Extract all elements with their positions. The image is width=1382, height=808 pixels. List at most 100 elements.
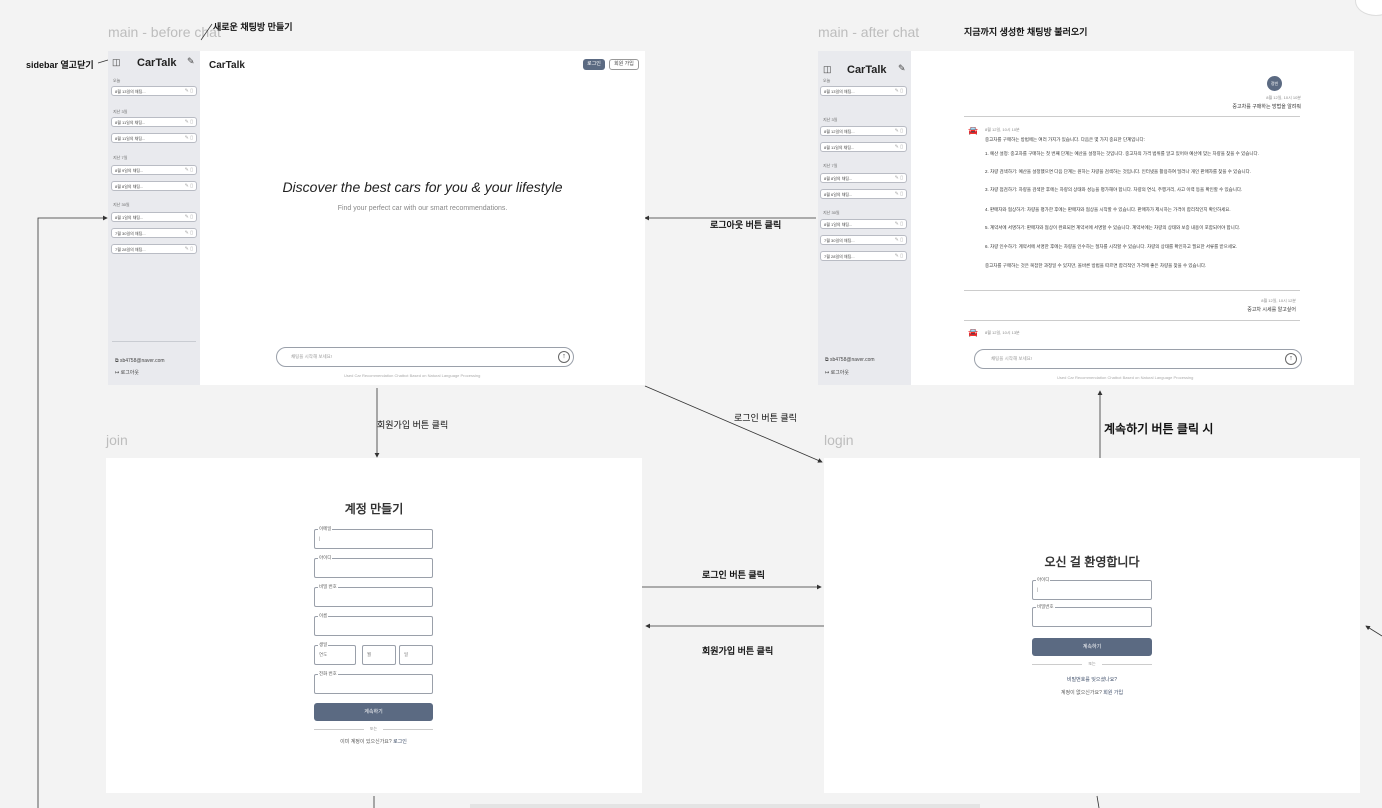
sidebar-toggle-icon[interactable]: ◫ [112, 58, 121, 67]
sidebar: ◫ CarTalk ✎ 오늘 8월 13일의 채팅... ✎ ▯ 지난 3일 8월… [818, 51, 911, 385]
bottom-shadow [470, 804, 980, 808]
new-chat-icon[interactable]: ✎ [898, 64, 906, 73]
birth-label: 생일 [318, 642, 329, 648]
send-arrow-icon[interactable]: ↑ [1285, 353, 1297, 365]
id-label: 아이디 [318, 555, 333, 561]
birth-day-field[interactable]: 일 [399, 645, 433, 665]
password-label: 비밀 번호 [318, 584, 338, 590]
arrow-login-diag [644, 385, 823, 463]
password-field[interactable] [1032, 607, 1152, 627]
bot-message: 4. 판매자와 협상하기: 차량을 평가한 후에는 판매자와 협상을 시작할 수… [985, 207, 1231, 212]
edit-delete-icon: ✎ ▯ [894, 221, 903, 227]
birth-month-field[interactable]: 월 [362, 645, 396, 665]
chat-item[interactable]: 8월 6일의 채팅... ✎ ▯ [820, 189, 907, 199]
chat-item[interactable]: 8월 13일의 채팅... ✎ ▯ [820, 86, 907, 96]
login-button[interactable]: 로그인 [583, 59, 605, 70]
edit-delete-icon: ✎ ▯ [894, 253, 903, 259]
signup-button[interactable]: 회원 가입 [609, 59, 639, 70]
edit-delete-icon: ✎ ▯ [184, 119, 193, 125]
chat-item[interactable]: 7월 30일의 채팅... ✎ ▯ [820, 235, 907, 245]
group-label: 오늘 [823, 78, 831, 83]
edit-delete-icon: ✎ ▯ [184, 183, 193, 189]
divider [964, 320, 1300, 321]
divider [1102, 664, 1152, 665]
edit-delete-icon: ✎ ▯ [184, 230, 193, 236]
chat-item[interactable]: 8월 1일의 채팅... ✎ ▯ [820, 219, 907, 229]
hero-title: Discover the best cars for you & your li… [282, 179, 563, 195]
divider [964, 290, 1300, 291]
user-message: 중고차를 구매하는 방법을 알려줘 [1232, 104, 1301, 110]
group-label: 지난 7일 [823, 163, 838, 168]
edit-delete-icon: ✎ ▯ [894, 128, 903, 134]
send-arrow-icon[interactable]: ↑ [558, 351, 570, 363]
signup-link[interactable]: 회원 가입 [1103, 690, 1123, 696]
no-account-row: 계정이 없으신가요? 회원 가입 [1060, 690, 1124, 696]
edit-delete-icon: ✎ ▯ [184, 214, 193, 220]
phone-field[interactable] [314, 674, 433, 694]
bot-message: 2. 차량 검색하기: 예산을 설정했으면 다음 단계는 원하는 차량을 검색하… [985, 169, 1251, 174]
app-title: CarTalk [209, 60, 245, 71]
bot-message: 5. 계약서에 서명하기: 판매자와 협상이 완료되면 계약서에 서명할 수 있… [985, 225, 1241, 230]
logout-row[interactable]: ↦ 로그아웃 [115, 369, 139, 376]
user-email-row[interactable]: ⧉ sb4758@naver.com [115, 358, 165, 364]
login-link[interactable]: 로그인 [393, 739, 407, 745]
message-time: 8월 12일, 10시 13분 [985, 330, 1020, 335]
group-label: 지난 7일 [113, 155, 128, 160]
forgot-password-link[interactable]: 비밀번호를 잊으셨나요? [1032, 676, 1152, 683]
chat-item[interactable]: 7월 30일의 채팅... ✎ ▯ [111, 228, 197, 238]
group-label: 오늘 [113, 78, 121, 83]
logout-row[interactable]: ↦ 로그아웃 [825, 369, 849, 376]
chat-item[interactable]: 8월 9일의 채팅... ✎ ▯ [111, 165, 197, 175]
group-label: 지난 3일 [823, 117, 838, 122]
sidebar-toggle-icon[interactable]: ◫ [823, 65, 832, 74]
edit-delete-icon: ✎ ▯ [184, 167, 193, 173]
chat-item[interactable]: 8월 1일의 채팅... ✎ ▯ [111, 212, 197, 222]
email-label: 이메일 [318, 526, 333, 532]
new-chat-icon[interactable]: ✎ [187, 57, 195, 66]
id-field[interactable]: | [1032, 580, 1152, 600]
bot-message: 중고차를 구매하는 방법에는 여러 가지가 있습니다. 다음은 몇 가지 중요한… [985, 137, 1145, 142]
email-field[interactable]: | [314, 529, 433, 549]
footer-text: Used Car Recommendation Chatbot Based on… [1057, 375, 1194, 380]
user-email-row[interactable]: ⧉ sb4758@naver.com [825, 357, 875, 363]
chat-input[interactable]: 채팅을 시작해 보세요! [276, 347, 574, 367]
chat-item[interactable]: 7월 28일의 채팅... ✎ ▯ [820, 251, 907, 261]
divider [964, 116, 1300, 117]
chat-item[interactable]: 8월 11일의 채팅... ✎ ▯ [111, 117, 197, 127]
group-label: 지난 30일 [113, 202, 130, 207]
chat-input[interactable]: 채팅을 시작해 보세요! [974, 349, 1302, 369]
bot-message: 1. 예산 설정: 중고차를 구매하는 첫 번째 단계는 예산을 설정하는 것입… [985, 151, 1259, 156]
divider [383, 729, 433, 730]
login-frame: 오신 걸 환영합니다 | 아이디 비밀번호 계속하기 또는 비밀번호를 잊으셨나… [824, 458, 1360, 793]
edit-delete-icon: ✎ ▯ [184, 246, 193, 252]
id-field[interactable] [314, 558, 433, 578]
user-message: 중고차 시세를 알고싶어 [1247, 307, 1296, 313]
continue-button[interactable]: 계속하기 [314, 703, 433, 721]
edit-delete-icon: ✎ ▯ [894, 237, 903, 243]
message-time: 8월 12일, 10시 10분 [1266, 95, 1301, 100]
password-field[interactable] [314, 587, 433, 607]
chat-item[interactable]: 8월 11일의 채팅... ✎ ▯ [111, 133, 197, 143]
join-frame: 계정 만들기 | 이메일 아이디 비밀 번호 이름 연도 생일 월 일 전화 번… [106, 458, 642, 793]
chat-item[interactable]: 8월 12일의 채팅... ✎ ▯ [820, 126, 907, 136]
phone-label: 전화 번호 [318, 671, 338, 677]
chat-item[interactable]: 8월 8일의 채팅... ✎ ▯ [111, 181, 197, 191]
arrow-right-edge [1365, 625, 1382, 637]
birth-year-field[interactable]: 연도 [314, 645, 356, 665]
main-before-frame: ◫ CarTalk ✎ 오늘 8월 13일의 채팅... ✎ ▯ 지난 3일 8월… [108, 51, 645, 385]
group-label: 지난 30일 [823, 210, 840, 215]
external-link-icon: ⧉ [825, 357, 829, 363]
chat-item[interactable]: 8월 8일의 채팅... ✎ ▯ [820, 173, 907, 183]
edit-delete-icon: ✎ ▯ [894, 88, 903, 94]
arrow-left-loop [37, 215, 108, 808]
message-time: 8월 12일, 10시 10분 [985, 127, 1020, 132]
name-field[interactable] [314, 616, 433, 636]
chat-item[interactable]: 8월 11일의 채팅... ✎ ▯ [820, 142, 907, 152]
continue-button[interactable]: 계속하기 [1032, 638, 1152, 656]
chat-item[interactable]: 8월 13일의 채팅... ✎ ▯ [111, 86, 197, 96]
external-link-icon: ⧉ [115, 358, 119, 364]
password-label: 비밀번호 [1036, 604, 1055, 610]
edit-delete-icon: ✎ ▯ [894, 191, 903, 197]
car-icon: 🚘 [968, 328, 978, 337]
chat-item[interactable]: 7월 28일의 채팅... ✎ ▯ [111, 244, 197, 254]
